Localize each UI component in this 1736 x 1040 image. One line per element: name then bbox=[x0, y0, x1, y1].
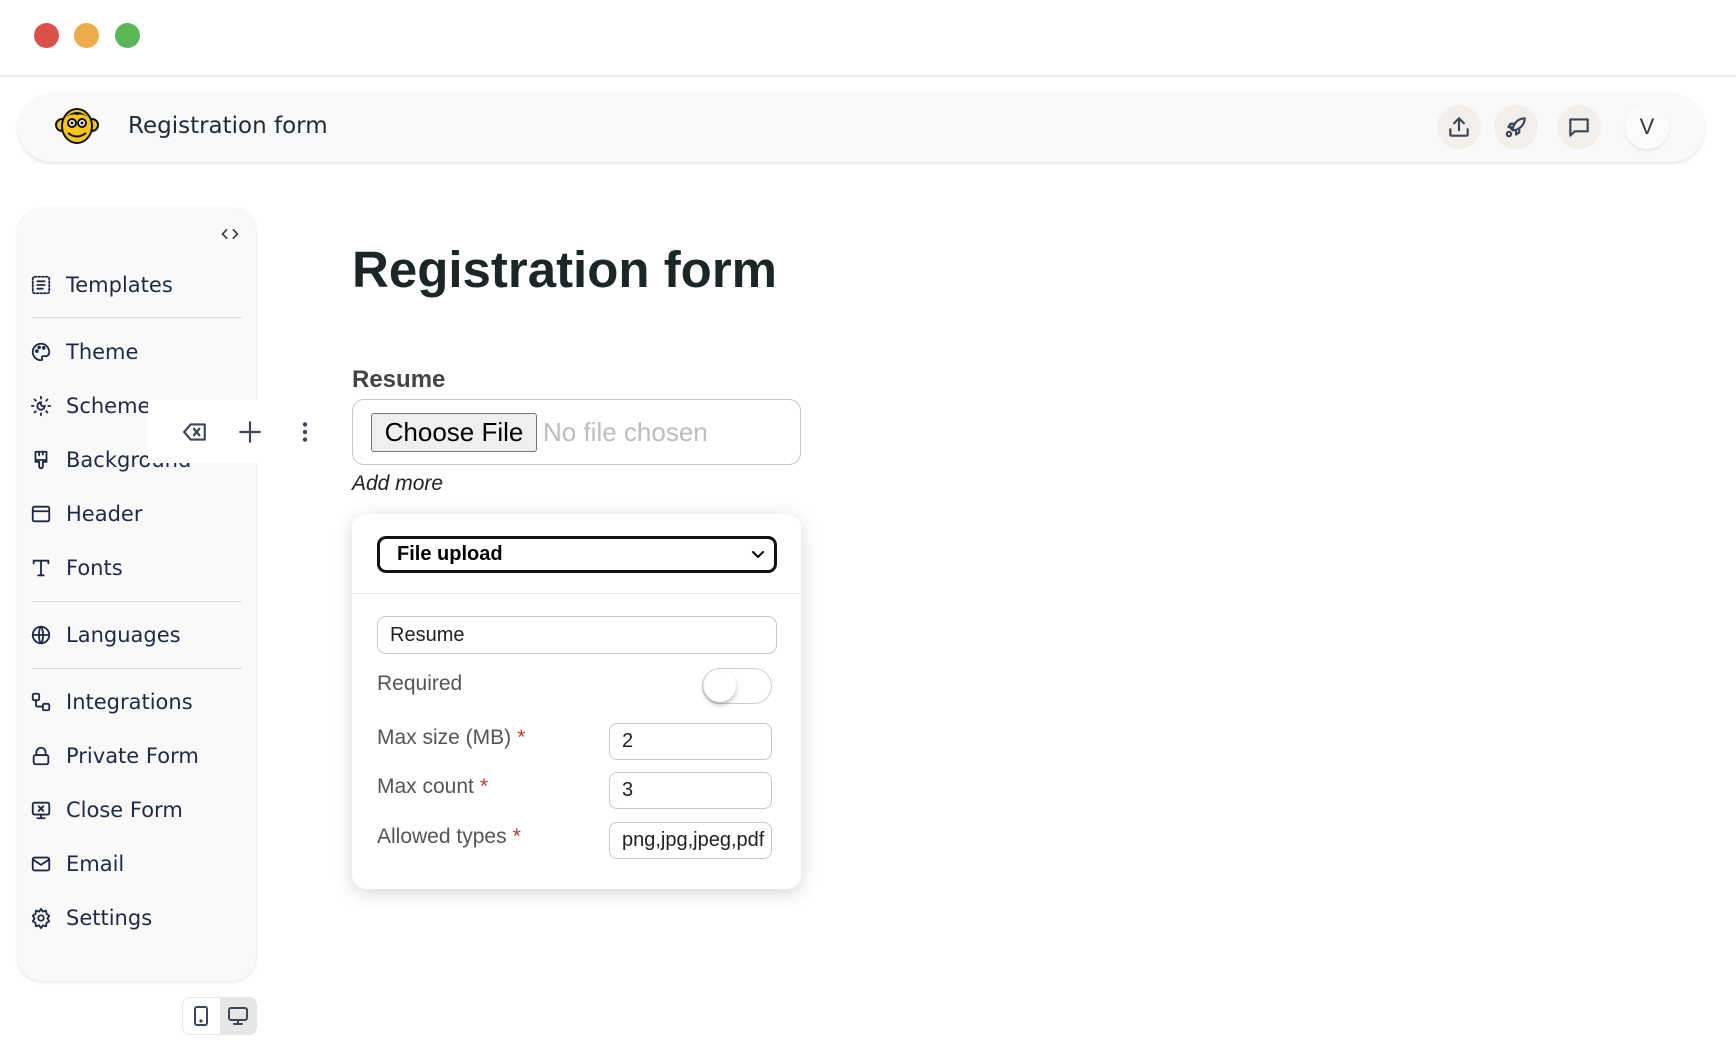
sidebar-item-languages[interactable]: Languages bbox=[30, 615, 240, 655]
sidebar-item-private-form[interactable]: Private Form bbox=[30, 736, 240, 776]
file-upload-field[interactable]: Choose File No file chosen bbox=[352, 399, 801, 465]
field-type-select[interactable]: File upload bbox=[377, 536, 777, 573]
sidebar-item-label: Close Form bbox=[66, 798, 183, 822]
header-layout-icon bbox=[30, 503, 52, 525]
backspace-icon bbox=[183, 423, 206, 441]
chat-icon bbox=[1569, 118, 1589, 137]
required-label: Required bbox=[377, 672, 463, 695]
required-marker: * bbox=[479, 775, 489, 798]
sidebar-item-label: Scheme bbox=[66, 394, 151, 418]
sidebar-item-label: Templates bbox=[66, 273, 173, 297]
plus-icon bbox=[239, 421, 261, 443]
templates-icon bbox=[30, 274, 52, 296]
form-title[interactable]: Registration form bbox=[352, 240, 777, 299]
settings-sidebar: Templates Theme Scheme Background Header… bbox=[18, 208, 256, 981]
rocket-icon bbox=[1505, 117, 1526, 138]
sun-moon-icon bbox=[30, 395, 52, 417]
delete-field-button[interactable] bbox=[180, 417, 210, 447]
gear-icon bbox=[30, 907, 52, 929]
max-size-label-text: Max size (MB) bbox=[377, 726, 512, 749]
field-toolbar bbox=[148, 400, 344, 463]
app-title[interactable]: Registration form bbox=[128, 113, 328, 139]
sidebar-item-theme[interactable]: Theme bbox=[30, 332, 240, 372]
device-toggle bbox=[182, 997, 257, 1035]
mobile-view-button[interactable] bbox=[183, 998, 220, 1034]
globe-icon bbox=[30, 624, 52, 646]
window-close-button[interactable] bbox=[34, 23, 59, 48]
max-count-label-text: Max count bbox=[377, 775, 474, 798]
monitor-icon bbox=[227, 1007, 248, 1025]
monitor-x-icon bbox=[30, 799, 52, 821]
sidebar-divider bbox=[32, 317, 242, 318]
monkey-logo-icon[interactable] bbox=[55, 104, 99, 148]
window-maximize-button[interactable] bbox=[115, 23, 140, 48]
field-editor-popover: File upload Resume Required Max size (MB… bbox=[352, 514, 801, 889]
sidebar-divider bbox=[32, 668, 242, 669]
sidebar-item-label: Settings bbox=[66, 906, 153, 930]
mail-icon bbox=[30, 853, 52, 875]
field-name-input[interactable]: Resume bbox=[377, 616, 777, 654]
field-type-value: File upload bbox=[397, 543, 503, 565]
integrations-icon bbox=[30, 691, 52, 713]
code-brackets-icon bbox=[221, 229, 239, 240]
collapse-sidebar-button[interactable] bbox=[218, 224, 242, 244]
choose-file-button[interactable]: Choose File bbox=[371, 413, 537, 452]
sidebar-item-label: Private Form bbox=[66, 744, 199, 768]
chevron-down-icon bbox=[752, 551, 764, 558]
sidebar-item-email[interactable]: Email bbox=[30, 844, 240, 884]
max-size-label: Max size (MB) * bbox=[377, 726, 525, 750]
allowed-types-label-text: Allowed types bbox=[377, 825, 507, 848]
user-avatar[interactable]: V bbox=[1625, 105, 1669, 149]
type-icon bbox=[30, 557, 52, 579]
required-marker: * bbox=[517, 726, 526, 749]
upload-icon bbox=[1449, 117, 1469, 137]
window-minimize-button[interactable] bbox=[74, 23, 99, 48]
more-options-button[interactable] bbox=[290, 417, 320, 447]
sidebar-item-label: Header bbox=[66, 502, 143, 526]
sidebar-item-close-form[interactable]: Close Form bbox=[30, 790, 240, 830]
paintbrush-icon bbox=[30, 449, 52, 471]
publish-button[interactable] bbox=[1494, 105, 1538, 149]
required-marker: * bbox=[512, 825, 521, 848]
sidebar-item-integrations[interactable]: Integrations bbox=[30, 682, 240, 722]
toggle-knob bbox=[704, 670, 736, 702]
lock-icon bbox=[30, 745, 52, 767]
sidebar-item-header[interactable]: Header bbox=[30, 494, 240, 534]
desktop-view-button[interactable] bbox=[219, 998, 256, 1034]
sidebar-item-label: Theme bbox=[66, 340, 139, 364]
app-header: Registration form V bbox=[18, 93, 1705, 162]
sidebar-item-label: Email bbox=[66, 852, 125, 876]
allowed-types-input[interactable]: png,jpg,jpeg,pdf bbox=[609, 822, 772, 859]
sidebar-item-label: Integrations bbox=[66, 690, 193, 714]
required-toggle[interactable] bbox=[702, 668, 772, 704]
tablet-icon bbox=[194, 1006, 209, 1026]
sidebar-item-settings[interactable]: Settings bbox=[30, 898, 240, 938]
allowed-types-label: Allowed types * bbox=[377, 825, 521, 849]
feedback-button[interactable] bbox=[1557, 105, 1601, 149]
more-vertical-icon bbox=[302, 422, 308, 442]
sidebar-divider bbox=[32, 601, 242, 602]
sidebar-item-templates[interactable]: Templates bbox=[30, 265, 240, 305]
sidebar-item-label: Languages bbox=[66, 623, 181, 647]
card-divider bbox=[352, 593, 801, 594]
add-field-button[interactable] bbox=[235, 417, 265, 447]
export-button[interactable] bbox=[1437, 105, 1481, 149]
sidebar-item-label: Fonts bbox=[66, 556, 123, 580]
max-size-input[interactable]: 2 bbox=[609, 723, 772, 760]
file-status-text: No file chosen bbox=[543, 417, 708, 447]
window-titlebar bbox=[0, 0, 1736, 77]
max-count-input[interactable]: 3 bbox=[609, 772, 772, 809]
palette-icon bbox=[30, 341, 52, 363]
add-more-link[interactable]: Add more bbox=[352, 472, 443, 496]
sidebar-item-fonts[interactable]: Fonts bbox=[30, 548, 240, 588]
max-count-label: Max count * bbox=[377, 775, 488, 799]
field-label[interactable]: Resume bbox=[352, 366, 445, 394]
